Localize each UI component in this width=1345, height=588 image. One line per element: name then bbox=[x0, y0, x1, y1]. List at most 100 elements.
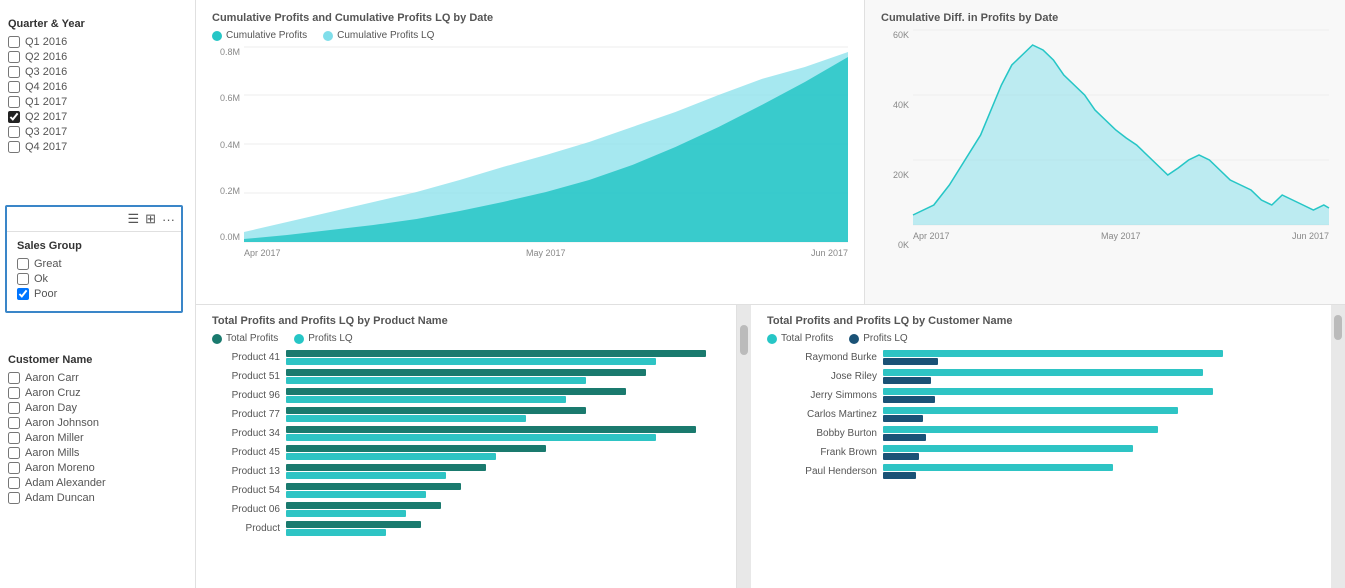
total-profits-bar bbox=[883, 369, 1203, 376]
chart-left-body: 0.8M 0.6M 0.4M 0.2M 0.0M bbox=[212, 47, 848, 242]
quarter-item[interactable]: Q1 2016 bbox=[8, 36, 187, 48]
customer-item[interactable]: Adam Alexander bbox=[8, 477, 187, 489]
total-profits-bar bbox=[286, 407, 586, 414]
customer-chart-title: Total Profits and Profits LQ by Customer… bbox=[767, 315, 1315, 327]
bar-row-jerry: Jerry Simmons bbox=[767, 388, 1315, 403]
bar-group bbox=[286, 502, 441, 517]
bar-label: Bobby Burton bbox=[767, 428, 877, 439]
quarter-item[interactable]: Q4 2017 bbox=[8, 141, 187, 153]
total-profits-bar bbox=[883, 445, 1133, 452]
hamburger-icon[interactable]: ☰ bbox=[127, 211, 139, 227]
total-profits-bar bbox=[286, 426, 696, 433]
customer-item[interactable]: Aaron Carr bbox=[8, 372, 187, 384]
bar-label: Product 41 bbox=[212, 352, 280, 363]
customer-item[interactable]: Adam Duncan bbox=[8, 492, 187, 504]
bar-label: Jerry Simmons bbox=[767, 390, 877, 401]
legend-total-profits: Total Profits bbox=[212, 333, 278, 344]
quarter-item[interactable]: Q1 2017 bbox=[8, 96, 187, 108]
filter-great[interactable]: Great bbox=[17, 258, 171, 270]
profits-lq-bar bbox=[286, 377, 586, 384]
bar-row-product54: Product 54 bbox=[212, 483, 720, 498]
profits-lq-bar bbox=[286, 453, 496, 460]
profits-lq-bar bbox=[883, 396, 935, 403]
dashboard: Quarter & Year Q1 2016 Q2 2016 Q3 2016 Q… bbox=[0, 0, 1345, 588]
bar-label: Jose Riley bbox=[767, 371, 877, 382]
chart-left-legend: Cumulative Profits Cumulative Profits LQ bbox=[212, 30, 848, 41]
expand-icon[interactable]: ⊞ bbox=[145, 211, 156, 227]
bar-label: Product bbox=[212, 523, 280, 534]
scroll-thumb[interactable] bbox=[740, 325, 748, 355]
area-chart-container: Apr 2017 May 2017 Jun 2017 bbox=[244, 47, 848, 242]
bar-row-frank: Frank Brown bbox=[767, 445, 1315, 460]
quarter-filter-title: Quarter & Year bbox=[8, 18, 187, 30]
bar-group bbox=[883, 407, 1178, 422]
profits-lq-bar bbox=[286, 510, 406, 517]
bar-label: Product 96 bbox=[212, 390, 280, 401]
customer-chart-legend: Total Profits Profits LQ bbox=[767, 333, 1315, 344]
customer-item[interactable]: Aaron Johnson bbox=[8, 417, 187, 429]
bar-row-jose: Jose Riley bbox=[767, 369, 1315, 384]
right-scroll-thumb[interactable] bbox=[1334, 315, 1342, 340]
customer-profits-chart: Total Profits and Profits LQ by Customer… bbox=[751, 305, 1331, 588]
customer-item[interactable]: Aaron Cruz bbox=[8, 387, 187, 399]
bar-row-product06: Product 06 bbox=[212, 502, 720, 517]
filter-popup-toolbar: ☰ ⊞ ··· bbox=[7, 207, 181, 232]
product-profits-chart: Total Profits and Profits LQ by Product … bbox=[196, 305, 737, 588]
cumulative-profits-chart: Cumulative Profits and Cumulative Profit… bbox=[196, 0, 865, 304]
total-profits-bar bbox=[883, 350, 1223, 357]
bar-label: Carlos Martinez bbox=[767, 409, 877, 420]
bar-label: Product 13 bbox=[212, 466, 280, 477]
legend-dot bbox=[323, 31, 333, 41]
customer-item[interactable]: Aaron Mills bbox=[8, 447, 187, 459]
legend-profits-lq: Profits LQ bbox=[294, 333, 352, 344]
legend-dot bbox=[212, 31, 222, 41]
legend-dot bbox=[294, 334, 304, 344]
x-axis-labels-right: Apr 2017 May 2017 Jun 2017 bbox=[913, 231, 1329, 241]
cumulative-diff-chart: Cumulative Diff. in Profits by Date 60K … bbox=[865, 0, 1345, 304]
profits-lq-bar bbox=[286, 358, 656, 365]
bar-group bbox=[883, 445, 1133, 460]
total-profits-bar bbox=[286, 483, 461, 490]
filter-ok[interactable]: Ok bbox=[17, 273, 171, 285]
customer-item[interactable]: Aaron Moreno bbox=[8, 462, 187, 474]
bar-row-product41: Product 41 bbox=[212, 350, 720, 365]
bar-group bbox=[286, 388, 626, 403]
customer-item[interactable]: Aaron Day bbox=[8, 402, 187, 414]
quarter-item[interactable]: Q3 2016 bbox=[8, 66, 187, 78]
bar-row-product34: Product 34 bbox=[212, 426, 720, 441]
profits-lq-bar bbox=[883, 434, 926, 441]
bar-label: Product 34 bbox=[212, 428, 280, 439]
legend-label: Total Profits bbox=[781, 333, 833, 344]
right-scrollbar bbox=[1331, 305, 1345, 588]
filter-popup: ☰ ⊞ ··· Sales Group Great Ok Poor bbox=[5, 205, 183, 313]
total-profits-bar bbox=[286, 464, 486, 471]
bar-row-raymond: Raymond Burke bbox=[767, 350, 1315, 365]
bar-group bbox=[883, 464, 1113, 479]
filter-popup-content: Sales Group Great Ok Poor bbox=[7, 232, 181, 300]
bar-row-paul: Paul Henderson bbox=[767, 464, 1315, 479]
bar-row-product51: Product 51 bbox=[212, 369, 720, 384]
total-profits-bar bbox=[286, 388, 626, 395]
total-profits-bar bbox=[883, 407, 1178, 414]
legend-label: Cumulative Profits LQ bbox=[337, 30, 434, 41]
profits-lq-bar bbox=[286, 472, 446, 479]
profits-lq-bar bbox=[883, 358, 938, 365]
quarter-item-q2-2017[interactable]: Q2 2017 bbox=[8, 111, 187, 123]
bar-label: Product 77 bbox=[212, 409, 280, 420]
customer-bar-chart: Raymond Burke Jose Riley bbox=[767, 350, 1315, 479]
more-icon[interactable]: ··· bbox=[162, 212, 175, 227]
profits-lq-bar bbox=[286, 396, 566, 403]
quarter-item[interactable]: Q3 2017 bbox=[8, 126, 187, 138]
quarter-item[interactable]: Q4 2016 bbox=[8, 81, 187, 93]
profits-lq-bar bbox=[286, 415, 526, 422]
bar-label: Product 51 bbox=[212, 371, 280, 382]
profits-lq-bar bbox=[883, 472, 916, 479]
diff-chart-svg bbox=[913, 30, 1329, 225]
quarter-item[interactable]: Q2 2016 bbox=[8, 51, 187, 63]
bar-row-product45: Product 45 bbox=[212, 445, 720, 460]
bar-group bbox=[286, 407, 586, 422]
customer-item[interactable]: Aaron Miller bbox=[8, 432, 187, 444]
filter-poor[interactable]: Poor bbox=[17, 288, 171, 300]
bar-group bbox=[286, 445, 546, 460]
legend-profits-lq-customer: Profits LQ bbox=[849, 333, 907, 344]
